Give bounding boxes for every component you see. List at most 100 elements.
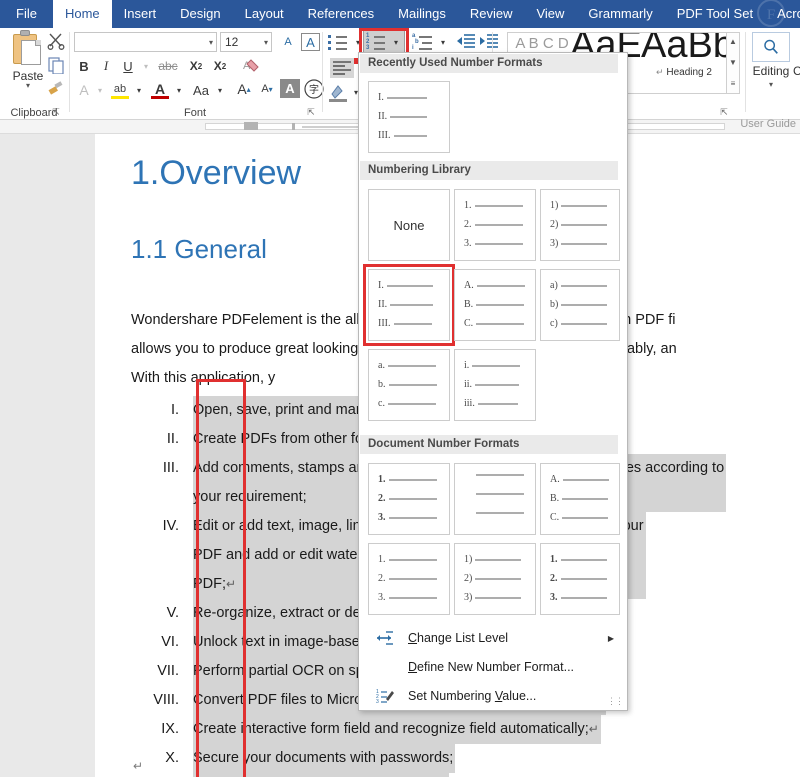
tab-layout[interactable]: Layout — [233, 0, 296, 28]
tab-mailings[interactable]: Mailings — [386, 0, 458, 28]
styles-scroll-up-button[interactable]: ▲ — [727, 34, 739, 49]
paste-caret-icon[interactable]: ▾ — [4, 82, 52, 90]
svg-text:字: 字 — [309, 83, 319, 96]
doc-number-format-arabic-bold[interactable]: 1. 2. 3. — [368, 463, 450, 535]
shrink-font-button[interactable]: A ▾ — [256, 78, 278, 100]
strikethrough-button[interactable]: abc — [154, 56, 182, 76]
change-case-label: Aa — [193, 82, 209, 98]
grow-font-button[interactable]: A ▴ — [233, 78, 255, 100]
cut-icon[interactable] — [47, 32, 65, 50]
font-name-chevron-down-icon[interactable]: ▾ — [209, 38, 213, 47]
italic-button[interactable]: I — [96, 56, 116, 76]
font-dialog-launcher[interactable]: ⇱ — [305, 106, 317, 118]
format-painter-icon[interactable] — [47, 78, 65, 96]
copy-icon[interactable] — [47, 56, 65, 74]
header-watermark: User Guide — [740, 118, 796, 130]
subscript-button[interactable]: X2 — [185, 56, 207, 76]
list-text[interactable]: Create interactive form field and recogn… — [193, 715, 601, 744]
dropdown-section-title-library: Numbering Library — [360, 161, 618, 180]
font-color-label: A — [154, 81, 166, 97]
highlight-chevron-down-icon[interactable]: ▾ — [133, 82, 145, 98]
text-effects-button[interactable]: A — [74, 80, 94, 100]
number-format-roman-lower[interactable]: i. ii. iii. — [454, 349, 536, 421]
tab-review[interactable]: Review — [458, 0, 525, 28]
svg-text:F: F — [767, 7, 775, 23]
menu-item-define-new-number-format[interactable]: Define New Number Format... — [360, 654, 626, 681]
magnifier-icon — [764, 39, 778, 54]
enclose-characters-button[interactable]: A — [301, 33, 320, 51]
numbering-value-icon: 1 2 3 — [376, 689, 394, 704]
bullet-list-icon[interactable] — [328, 33, 352, 51]
underline-chevron-down-icon[interactable]: ▾ — [140, 58, 152, 74]
number-format-alpha-upper[interactable]: A. B. C. — [454, 269, 536, 341]
decrease-indent-icon[interactable] — [455, 32, 477, 52]
tab-grammarly[interactable]: Grammarly — [576, 0, 664, 28]
doc-number-format-alpha-upper[interactable]: A. B. C. — [540, 463, 620, 535]
character-shading-button[interactable]: A — [280, 79, 300, 98]
group-label-font: Font — [183, 107, 206, 119]
superscript-label: X — [213, 59, 222, 73]
editing-chevron-down-icon[interactable]: ▾ — [748, 80, 794, 89]
number-format-arabic-period[interactable]: 1. 2. 3. — [454, 189, 536, 261]
menu-item-set-numbering-value[interactable]: 1 2 3 Set Numbering Value... — [360, 683, 626, 710]
paste-button[interactable]: Paste ▾ — [4, 30, 52, 90]
phonetic-guide-label: A — [284, 36, 292, 48]
number-format-arabic-paren[interactable]: 1) 2) 3) — [540, 189, 620, 261]
clipboard-dialog-launcher[interactable]: ⇱ — [50, 106, 62, 118]
styles-gallery-scrollbar[interactable]: ▲ ▼ ≡ — [726, 33, 739, 93]
numbering-dropdown[interactable]: Recently Used Number Formats I. II. III.… — [358, 52, 628, 711]
font-color-button[interactable]: A — [148, 78, 172, 100]
doc-number-format-arabic-bold-2[interactable]: 1. 2. 3. — [540, 543, 620, 615]
tab-view[interactable]: View — [524, 0, 576, 28]
underline-button[interactable]: U — [118, 56, 138, 76]
highlight-button[interactable]: ab — [108, 78, 132, 100]
resize-grip[interactable]: ⋮⋮ — [607, 696, 624, 707]
list-number: II. — [166, 431, 179, 447]
styles-scroll-down-button[interactable]: ▼ — [727, 55, 739, 70]
doc-number-format-blank[interactable] — [454, 463, 536, 535]
styles-dialog-launcher[interactable]: ⇱ — [718, 106, 730, 118]
change-case-button[interactable]: Aa — [188, 80, 214, 100]
editing-button[interactable] — [752, 32, 790, 62]
doc-number-format-arabic-paren[interactable]: 1) 2) 3) — [454, 543, 536, 615]
align-left-icon[interactable] — [330, 58, 354, 78]
document-heading-2: 1.1 General — [131, 234, 267, 264]
tab-references[interactable]: References — [296, 0, 386, 28]
bold-button[interactable]: B — [74, 56, 94, 76]
tab-file[interactable]: File — [0, 0, 53, 28]
multilevel-list-icon[interactable]: a b i — [412, 33, 438, 51]
superscript-button[interactable]: X2 — [209, 56, 231, 76]
multilevel-chevron-down-icon[interactable]: ▾ — [437, 35, 449, 49]
doc-number-format-arabic-period[interactable]: 1. 2. 3. — [368, 543, 450, 615]
font-size-chevron-down-icon[interactable]: ▾ — [264, 38, 268, 47]
style-item-0[interactable]: A B C D — [508, 35, 576, 52]
enclose-characters-label: A — [306, 34, 315, 50]
none-label: None — [393, 217, 425, 233]
document-heading-1: 1.Overview — [131, 154, 302, 192]
tab-design[interactable]: Design — [168, 0, 232, 28]
menu-item-change-list-level[interactable]: CChange List Levelhange List Level ▶ — [360, 625, 626, 652]
style-item-2[interactable]: AaBb ↵ Heading 2 — [641, 32, 727, 78]
change-case-chevron-down-icon[interactable]: ▾ — [214, 82, 226, 98]
font-size-input[interactable]: 12 ▾ — [220, 32, 272, 52]
number-format-roman-upper-recent[interactable]: I. II. III. — [368, 81, 450, 153]
phonetic-guide-button[interactable]: A — [277, 32, 299, 52]
font-name-input[interactable]: ▾ — [74, 32, 217, 52]
tab-insert[interactable]: Insert — [112, 0, 169, 28]
clear-formatting-icon[interactable]: A — [240, 56, 262, 76]
ruler-indent-marker[interactable] — [244, 122, 258, 130]
style-preview-2: AaBb — [641, 32, 727, 66]
swatch-label: III. — [378, 130, 391, 141]
text-effects-chevron-down-icon[interactable]: ▾ — [94, 82, 106, 98]
list-number: I. — [170, 402, 179, 418]
font-color-chevron-down-icon[interactable]: ▾ — [173, 82, 185, 98]
shading-icon[interactable] — [326, 82, 350, 102]
swatch-label: II. — [378, 111, 388, 122]
number-format-alpha-lower-paren[interactable]: a) b) c) — [540, 269, 620, 341]
styles-more-button[interactable]: ≡ — [727, 76, 739, 91]
ruler-tab-marker[interactable] — [292, 123, 295, 130]
number-format-alpha-lower[interactable]: a. b. c. — [368, 349, 450, 421]
number-format-none[interactable]: None — [368, 189, 450, 261]
list-number: IV. — [162, 518, 179, 534]
tab-home[interactable]: Home — [52, 0, 112, 28]
